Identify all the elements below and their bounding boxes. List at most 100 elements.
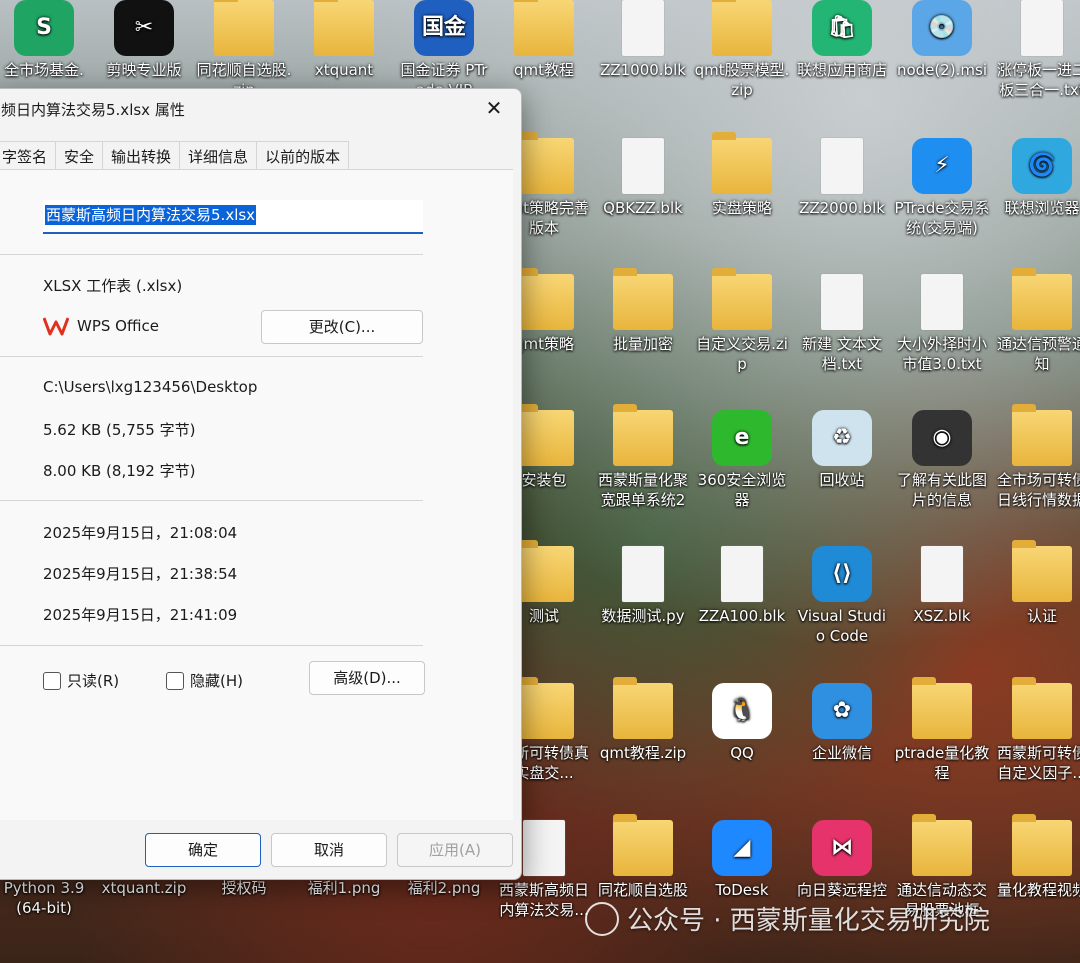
divider xyxy=(0,500,423,501)
desktop-icon[interactable]: ptrade量化教程 xyxy=(892,675,992,783)
tab-details[interactable]: 详细信息 xyxy=(179,141,258,169)
open-with-row: WPS Office xyxy=(43,316,159,336)
wps-office-icon xyxy=(43,317,69,336)
tab-bar: 字签名 安全 输出转换 详细信息 以前的版本 xyxy=(0,141,373,169)
folder-icon xyxy=(1012,404,1072,466)
desktop-icon[interactable]: 实盘策略 xyxy=(692,130,792,218)
folder-icon xyxy=(712,0,772,56)
app-icon: 🌀 xyxy=(1012,138,1072,194)
desktop-icon-label: xtquant.zip xyxy=(101,879,187,897)
desktop-icon[interactable]: xtquant xyxy=(294,0,394,80)
hidden-checkbox[interactable]: 隐藏(H) xyxy=(166,670,243,691)
desktop-icon[interactable]: qmt教程 xyxy=(494,0,594,80)
file-icon xyxy=(721,546,763,602)
desktop-icon[interactable]: 数据测试.py xyxy=(593,538,693,626)
change-button[interactable]: 更改(C)... xyxy=(261,310,423,344)
desktop-icon[interactable]: 福利1.png xyxy=(294,878,394,898)
desktop-icon[interactable]: 🛍 联想应用商店 xyxy=(792,0,892,80)
app-icon: ◉ xyxy=(912,410,972,466)
app-icon: 💿 xyxy=(912,0,972,56)
desktop-icon[interactable]: ZZA100.blk xyxy=(692,538,792,626)
close-icon[interactable]: ✕ xyxy=(477,93,511,123)
tab-digital-signature[interactable]: 字签名 xyxy=(0,141,57,169)
desktop-icon[interactable]: ⚡ PTrade交易系统(交易端) xyxy=(892,130,992,238)
desktop-icon-label: qmt股票模型.zip xyxy=(694,61,790,99)
desktop-icon[interactable]: 全市场可转债日线行情数据 xyxy=(992,402,1080,510)
desktop-icon-label: 向日葵远程控 xyxy=(796,881,887,899)
folder-icon xyxy=(514,0,574,56)
desktop-icon[interactable]: ⟨⟩ Visual Studio Code xyxy=(792,538,892,646)
desktop-icon[interactable]: 西蒙斯量化聚宽跟单系统2 xyxy=(593,402,693,510)
desktop-icon[interactable]: qmt股票模型.zip xyxy=(692,0,792,100)
desktop-icon[interactable]: 大小外择时小市值3.0.txt xyxy=(892,266,992,374)
checkbox-box[interactable] xyxy=(166,671,184,690)
desktop-icon[interactable]: 通达信预警通知 xyxy=(992,266,1080,374)
desktop-icon[interactable]: 涨停板一进二板三合一.txt xyxy=(992,0,1080,100)
apply-button[interactable]: 应用(A) xyxy=(397,833,513,867)
location-value: C:\Users\lxg123456\Desktop xyxy=(43,378,258,396)
desktop-icon[interactable]: qmt教程.zip xyxy=(593,675,693,763)
desktop-icon[interactable]: ◉ 了解有关此图片的信息 xyxy=(892,402,992,510)
desktop-icon[interactable]: 量化教程视频 xyxy=(992,812,1080,900)
desktop-icon-label: Python 3.9 (64-bit) xyxy=(3,879,85,917)
tab-output-conversion[interactable]: 输出转换 xyxy=(102,141,181,169)
created-value: 2025年9月15日，21:08:04 xyxy=(43,524,238,542)
desktop-icon[interactable]: ZZ2000.blk xyxy=(792,130,892,218)
desktop-icon-label: 全市场基金. xyxy=(4,61,84,79)
desktop-icon-label: 新建 文本文档.txt xyxy=(802,335,882,373)
tab-previous-versions[interactable]: 以前的版本 xyxy=(256,141,350,169)
folder-icon xyxy=(613,677,673,739)
open-with-app: WPS Office xyxy=(77,317,159,335)
desktop-icon[interactable]: 国金国金证券 PTrade VIP xyxy=(394,0,494,100)
desktop-icon-label: 西蒙斯高频日内算法交易... xyxy=(498,881,589,919)
modified-value: 2025年9月15日，21:38:54 xyxy=(43,565,238,583)
advanced-button[interactable]: 高级(D)... xyxy=(309,661,425,695)
desktop-icon[interactable]: S 全市场基金. xyxy=(0,0,94,80)
desktop-icon[interactable]: 批量加密 xyxy=(593,266,693,354)
cancel-button[interactable]: 取消 xyxy=(271,833,387,867)
dialog-titlebar[interactable]: 频日内算法交易5.xlsx 属性 ✕ xyxy=(0,89,521,129)
desktop-icon-label: 实盘策略 xyxy=(711,199,772,217)
desktop-icon[interactable]: 同花顺自选股 xyxy=(593,812,693,900)
desktop-icon[interactable]: 自定义交易.zip xyxy=(692,266,792,374)
desktop-icon-label: 授权码 xyxy=(221,879,267,897)
app-icon: ⟨⟩ xyxy=(812,546,872,602)
folder-icon xyxy=(514,404,574,466)
filename-input[interactable]: 西蒙斯高频日内算法交易5.xlsx xyxy=(43,200,423,234)
folder-icon xyxy=(1012,677,1072,739)
desktop-icon[interactable]: 认证 xyxy=(992,538,1080,626)
app-icon: ◢ xyxy=(712,820,772,876)
desktop-icon-label: ZZA100.blk xyxy=(698,607,786,625)
desktop-icon[interactable]: 同花顺自选股.zip xyxy=(194,0,294,100)
desktop-icon[interactable]: Python 3.9 (64-bit) xyxy=(0,878,94,918)
ok-button[interactable]: 确定 xyxy=(145,833,261,867)
size-value: 5.62 KB (5,755 字节) xyxy=(43,421,196,439)
desktop-icon[interactable]: ♻ 回收站 xyxy=(792,402,892,490)
tab-security[interactable]: 安全 xyxy=(55,141,104,169)
desktop-icon[interactable]: e 360安全浏览器 xyxy=(692,402,792,510)
desktop-icon-label: 西蒙斯可转债自定义因子... xyxy=(996,744,1080,782)
desktop-icon[interactable]: 🌀 联想浏览器 xyxy=(992,130,1080,218)
desktop-icon[interactable]: ✿ 企业微信 xyxy=(792,675,892,763)
folder-icon xyxy=(314,0,374,56)
desktop-icon[interactable]: ✂ 剪映专业版 xyxy=(94,0,194,80)
desktop-icon[interactable]: ZZ1000.blk xyxy=(593,0,693,80)
desktop-icon[interactable]: ⋈ 向日葵远程控 xyxy=(792,812,892,900)
desktop-icon[interactable]: ◢ ToDesk xyxy=(692,812,792,900)
desktop-icon[interactable]: xtquant.zip xyxy=(94,878,194,898)
file-icon xyxy=(821,274,863,330)
desktop-icon-label: 批量加密 xyxy=(612,335,673,353)
folder-icon xyxy=(912,814,972,876)
readonly-label: 只读(R) xyxy=(67,672,120,690)
desktop-icon[interactable]: 授权码 xyxy=(194,878,294,898)
desktop-icon[interactable]: 新建 文本文档.txt xyxy=(792,266,892,374)
checkbox-box[interactable] xyxy=(43,671,61,690)
readonly-checkbox[interactable]: 只读(R) xyxy=(43,670,119,691)
file-icon xyxy=(523,820,565,876)
desktop-icon[interactable]: 💿 node(2).msi xyxy=(892,0,992,80)
desktop-icon[interactable]: 福利2.png xyxy=(394,878,494,898)
desktop-icon[interactable]: QBKZZ.blk xyxy=(593,130,693,218)
desktop-icon[interactable]: 西蒙斯可转债自定义因子... xyxy=(992,675,1080,783)
desktop-icon[interactable]: XSZ.blk xyxy=(892,538,992,626)
desktop-icon[interactable]: 🐧 QQ xyxy=(692,675,792,763)
